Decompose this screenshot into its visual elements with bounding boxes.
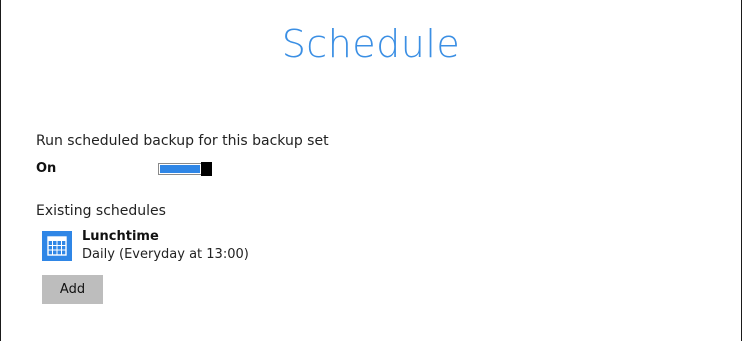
calendar-icon <box>42 231 72 261</box>
toggle-fill <box>160 165 200 173</box>
schedule-name[interactable]: Lunchtime <box>82 229 159 244</box>
schedule-description: Daily (Everyday at 13:00) <box>82 247 249 262</box>
toggle-knob[interactable] <box>201 162 212 176</box>
schedule-item-lunchtime[interactable]: Lunchtime Daily (Everyday at 13:00) <box>42 229 282 265</box>
toggle-state-label: On <box>36 161 57 176</box>
run-scheduled-toggle[interactable] <box>158 162 214 176</box>
page-title: Schedule <box>281 22 461 66</box>
existing-schedules-label: Existing schedules <box>36 203 166 219</box>
run-scheduled-label: Run scheduled backup for this backup set <box>36 133 329 149</box>
schedule-panel: Schedule Run scheduled backup for this b… <box>0 0 742 341</box>
add-schedule-button[interactable]: Add <box>42 275 103 304</box>
